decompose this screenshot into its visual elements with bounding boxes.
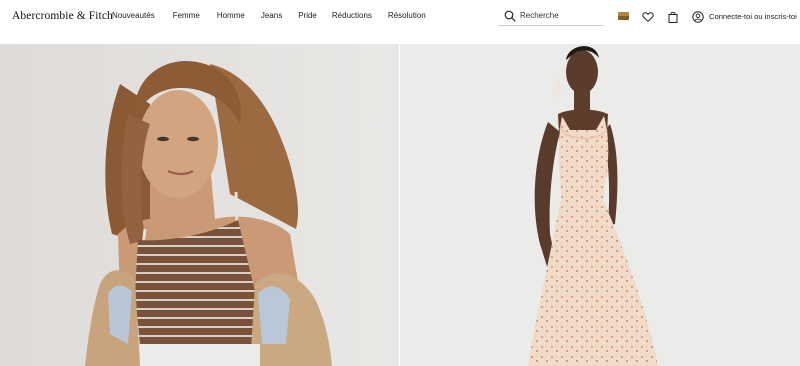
brand-logo[interactable]: Abercrombie & Fitch (12, 10, 113, 22)
hero-image-left[interactable] (0, 44, 399, 366)
shopping-bag-icon[interactable] (667, 11, 679, 23)
country-flag-icon[interactable] (618, 12, 629, 20)
nav-item-jeans[interactable]: Jeans (261, 11, 282, 20)
nav-item-homme[interactable]: Homme (217, 11, 245, 20)
nav-item-pride[interactable]: Pride (298, 11, 317, 20)
nav-item-femme[interactable]: Femme (173, 11, 200, 20)
main-nav: Nouveautés Femme Homme Jeans Pride Réduc… (112, 11, 426, 20)
nav-item-reductions[interactable]: Réductions (332, 11, 372, 20)
hero-image-right[interactable] (400, 44, 800, 366)
nav-item-nouveautes[interactable]: Nouveautés (112, 11, 155, 20)
site-header: Abercrombie & Fitch Nouveautés Femme Hom… (0, 0, 800, 44)
heart-icon[interactable] (642, 11, 654, 23)
nav-item-resolution[interactable]: Résolution (388, 11, 426, 20)
user-circle-icon[interactable] (692, 11, 704, 23)
search-icon[interactable] (504, 10, 516, 22)
search-box[interactable] (498, 6, 604, 26)
sign-in-link[interactable]: Connecte-toi ou inscris-toi (709, 12, 797, 21)
search-input[interactable] (520, 8, 600, 22)
